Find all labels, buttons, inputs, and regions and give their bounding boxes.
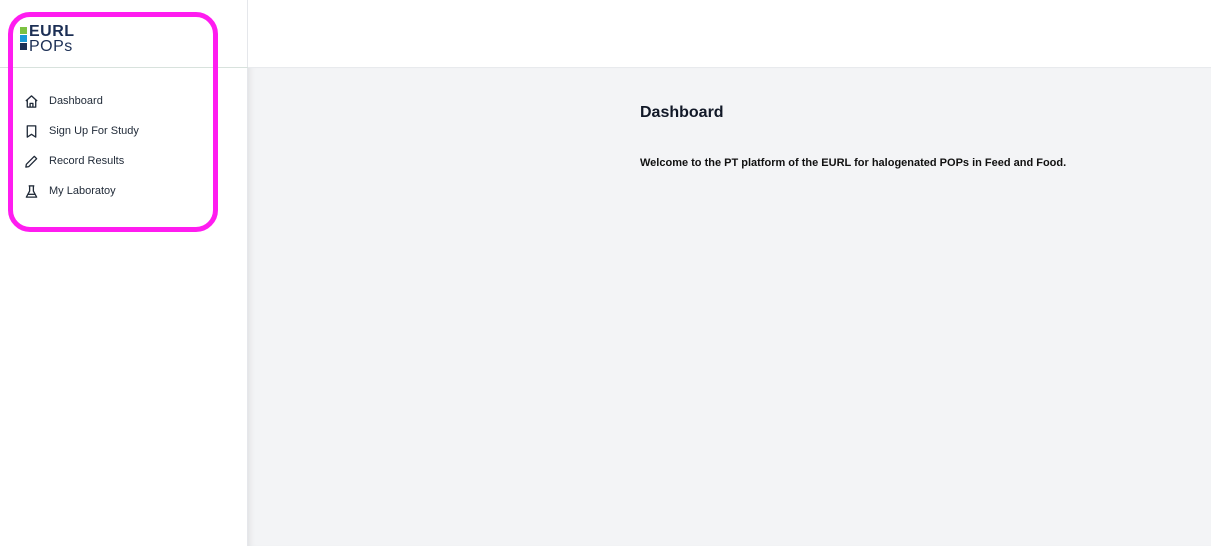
eurl-pops-logo[interactable]: EURL POPs — [20, 23, 100, 60]
flask-icon — [24, 184, 39, 199]
sidebar-item-dashboard[interactable]: Dashboard — [0, 86, 210, 116]
sidebar-item-label: Dashboard — [49, 95, 103, 107]
app-window: EURL POPs Dashboard Sign Up For Study Re… — [0, 0, 1211, 546]
bookmark-icon — [24, 124, 39, 139]
logo-square-green — [20, 27, 27, 34]
sidebar-item-label: Record Results — [49, 155, 125, 167]
page-title: Dashboard — [640, 104, 724, 121]
sidebar-item-label: My Laboratoy — [49, 185, 116, 197]
sidebar-item-sign-up-for-study[interactable]: Sign Up For Study — [0, 116, 210, 146]
sidebar-item-record-results[interactable]: Record Results — [0, 146, 210, 176]
sidebar: EURL POPs Dashboard Sign Up For Study Re… — [0, 0, 248, 546]
logo-square-blue — [20, 35, 27, 42]
logo-line-pops: POPs — [29, 38, 73, 55]
logo-square-navy — [20, 43, 27, 50]
logo-mark — [20, 26, 28, 58]
logo-text: EURL POPs — [29, 23, 75, 55]
welcome-message: Welcome to the PT platform of the EURL f… — [640, 157, 1067, 169]
logo-line-eurl: EURL — [29, 23, 75, 40]
logo-area: EURL POPs — [0, 0, 248, 68]
main-content: Dashboard Welcome to the PT platform of … — [248, 68, 1211, 546]
sidebar-item-label: Sign Up For Study — [49, 125, 139, 137]
home-icon — [24, 94, 39, 109]
sidebar-nav: Dashboard Sign Up For Study Record Resul… — [0, 86, 210, 206]
top-bar — [248, 0, 1211, 68]
sidebar-item-my-laboratory[interactable]: My Laboratoy — [0, 176, 210, 206]
pencil-icon — [24, 154, 39, 169]
